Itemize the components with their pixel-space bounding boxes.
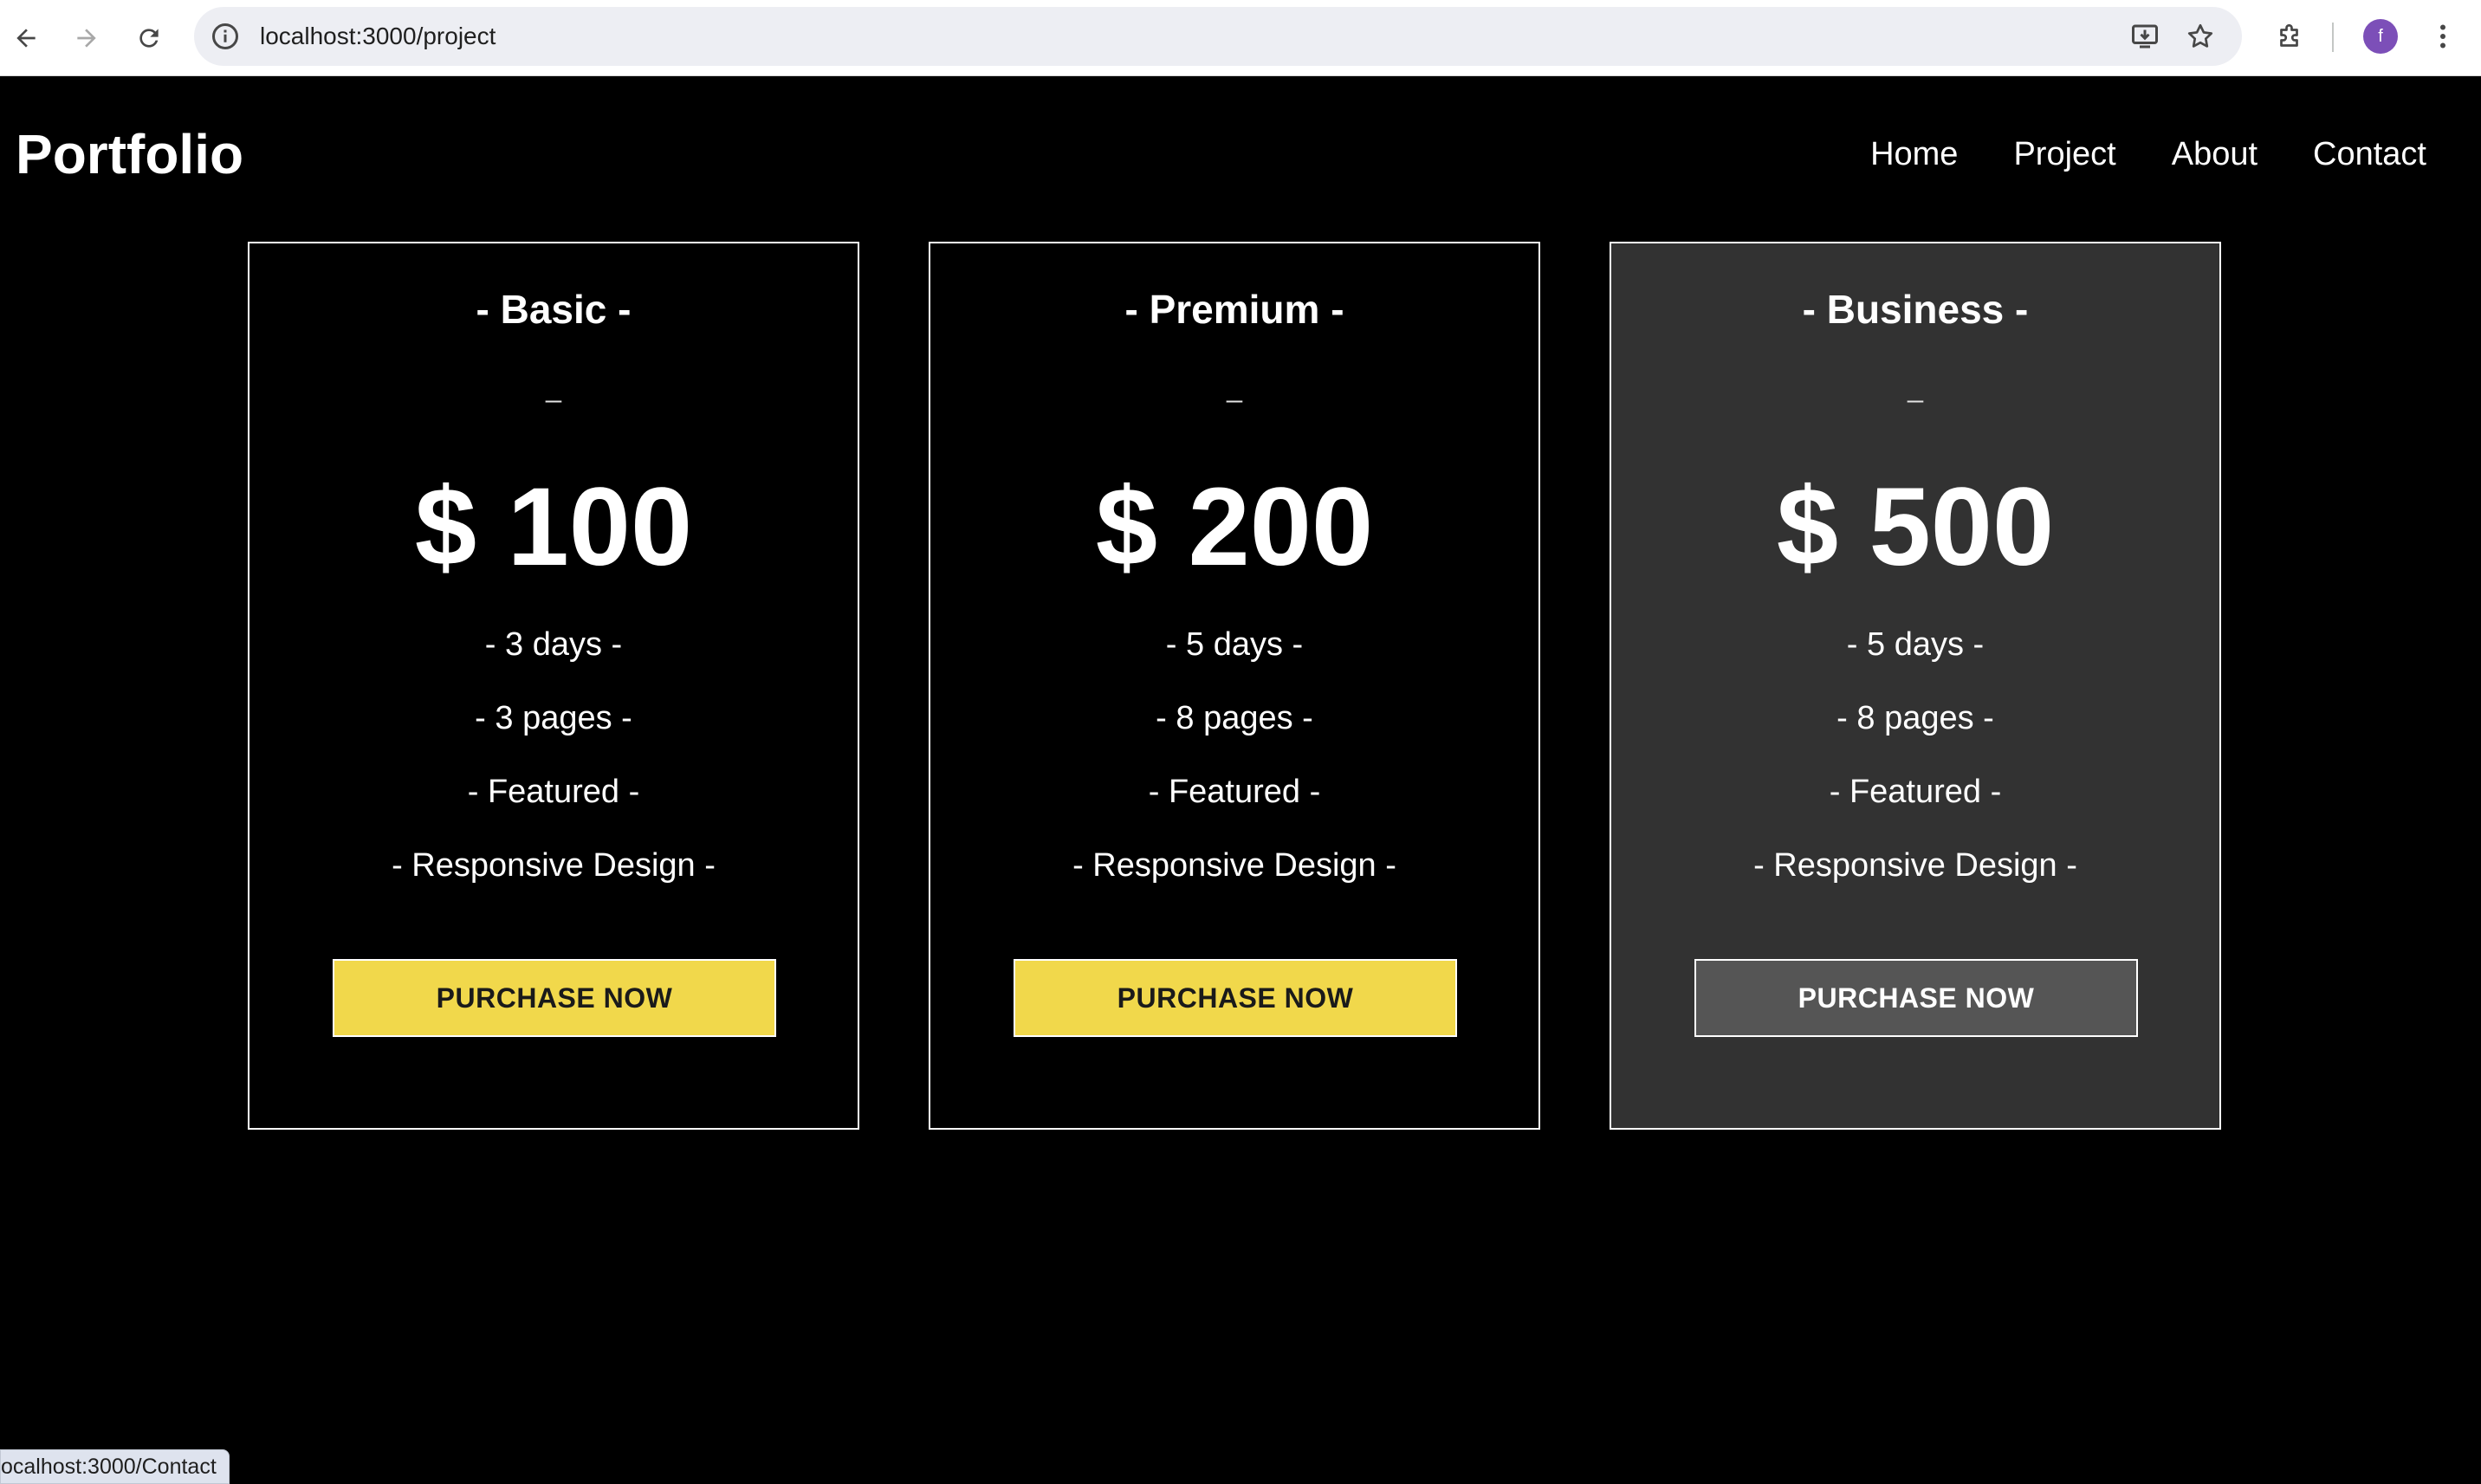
- install-app-icon[interactable]: [2129, 21, 2160, 52]
- plan-price: $ 100: [414, 465, 693, 589]
- purchase-premium-button[interactable]: PURCHASE NOW: [1014, 959, 1457, 1037]
- plan-feature: - Responsive Design -: [1072, 847, 1396, 884]
- nav-link-about[interactable]: About: [2172, 134, 2258, 174]
- nav-link-home[interactable]: Home: [1870, 134, 1958, 174]
- plan-feature: - 5 days -: [1846, 626, 1985, 663]
- kebab-menu-icon: [2440, 24, 2445, 49]
- plan-title: - Premium -: [1124, 287, 1344, 332]
- info-circle-icon[interactable]: [210, 21, 241, 52]
- plan-divider: _: [546, 372, 561, 403]
- plan-feature: - Featured -: [1148, 774, 1321, 810]
- forward-button[interactable]: [66, 17, 107, 59]
- reload-icon: [139, 29, 159, 48]
- site-brand[interactable]: Portfolio: [16, 122, 243, 186]
- plan-price: $ 500: [1776, 465, 2055, 589]
- plan-divider: _: [1908, 372, 1923, 403]
- plan-title: - Business -: [1802, 287, 2029, 332]
- plan-title: - Basic -: [476, 287, 632, 332]
- plan-feature: - Featured -: [467, 774, 640, 810]
- puzzle-icon: [2280, 23, 2298, 47]
- profile-avatar[interactable]: f: [2363, 19, 2398, 54]
- plan-feature: - 5 days -: [1165, 626, 1304, 663]
- extensions-button[interactable]: [2273, 19, 2308, 54]
- plan-feature: - 8 pages -: [1836, 700, 1994, 736]
- plan-price: $ 200: [1095, 465, 1374, 589]
- link-status-bubble: ocalhost:3000/Contact: [0, 1449, 230, 1484]
- pricing-card-basic: - Basic - _ $ 100 - 3 days - - 3 pages -…: [248, 242, 859, 1130]
- plan-feature: - 8 pages -: [1156, 700, 1313, 736]
- toolbar-divider: [2332, 23, 2334, 52]
- arrow-left-icon: [16, 29, 36, 48]
- plan-feature: - Responsive Design -: [392, 847, 716, 884]
- browser-toolbar: localhost:3000/project f: [0, 0, 2481, 76]
- page-content: Portfolio Home Project About Contact - B…: [0, 77, 2481, 1484]
- address-bar[interactable]: localhost:3000/project: [194, 7, 2242, 66]
- plan-feature: - 3 days -: [484, 626, 623, 663]
- main-nav: Home Project About Contact: [1870, 134, 2426, 174]
- plan-feature: - 3 pages -: [475, 700, 632, 736]
- browser-menu-button[interactable]: [2426, 19, 2460, 54]
- star-icon[interactable]: [2185, 21, 2216, 52]
- url-text[interactable]: localhost:3000/project: [260, 7, 496, 66]
- arrow-right-icon: [77, 29, 96, 48]
- plan-feature: - Responsive Design -: [1753, 847, 2077, 884]
- nav-link-contact[interactable]: Contact: [2313, 134, 2426, 174]
- pricing-card-business: - Business - _ $ 500 - 5 days - - 8 page…: [1610, 242, 2221, 1130]
- back-button[interactable]: [5, 17, 47, 59]
- reload-button[interactable]: [128, 17, 170, 59]
- plan-feature: - Featured -: [1829, 774, 2002, 810]
- pricing-card-premium: - Premium - _ $ 200 - 5 days - - 8 pages…: [929, 242, 1540, 1130]
- plan-divider: _: [1227, 372, 1242, 403]
- purchase-business-button[interactable]: PURCHASE NOW: [1694, 959, 2138, 1037]
- nav-link-project[interactable]: Project: [2013, 134, 2115, 174]
- purchase-basic-button[interactable]: PURCHASE NOW: [333, 959, 776, 1037]
